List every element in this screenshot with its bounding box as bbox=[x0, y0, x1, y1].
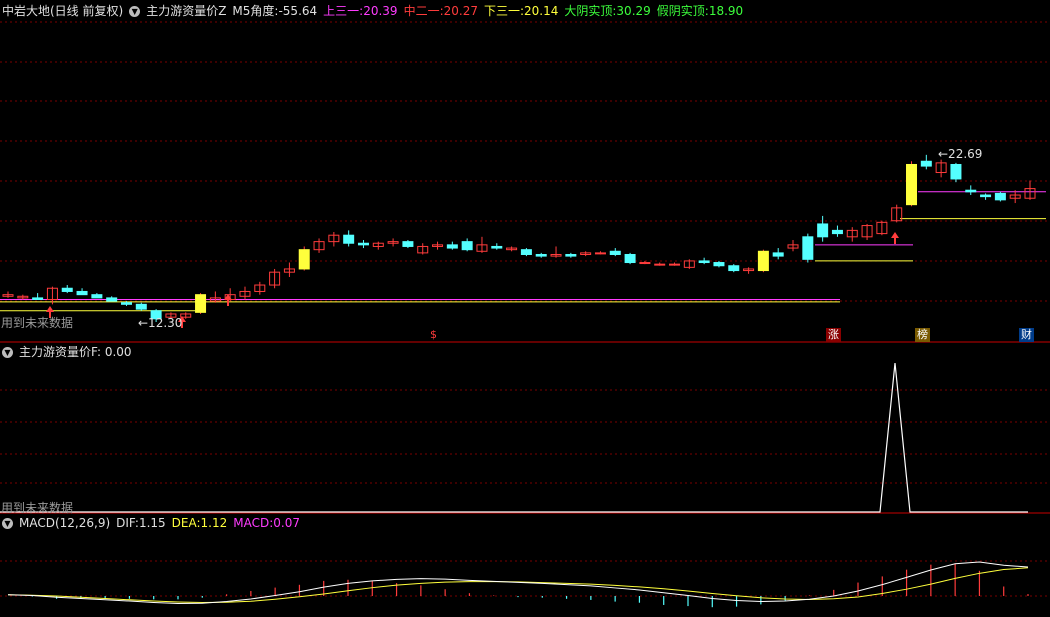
indicator-toggle-icon[interactable]: ▼ bbox=[129, 6, 141, 17]
candle-body bbox=[402, 241, 414, 247]
sub-header: ▼ 主力游资量价F: 0.00 bbox=[2, 343, 138, 361]
candle-body bbox=[728, 265, 740, 272]
m5-label: M5角度: bbox=[232, 4, 279, 18]
buy-arrow-icon bbox=[891, 232, 899, 238]
candle-body bbox=[298, 249, 310, 270]
candle-body bbox=[980, 194, 992, 198]
macd-panel[interactable]: ▼ MACD(12,26,9) DIF:1.15 DEA:1.12 MACD:0.07 bbox=[0, 514, 1050, 617]
low3-value: 20.14 bbox=[524, 4, 559, 18]
up3-label: 上三一: bbox=[323, 4, 364, 18]
dea-value: 1.12 bbox=[200, 516, 228, 530]
buy-arrow-icon bbox=[46, 306, 54, 312]
candle-body bbox=[772, 252, 784, 257]
low-price-label: ←12.30 bbox=[138, 316, 182, 330]
candle-body bbox=[461, 241, 473, 251]
bigyin-value: 30.29 bbox=[616, 4, 651, 18]
candle-body bbox=[950, 163, 962, 180]
candle-body bbox=[520, 249, 532, 255]
up3-value: 20.39 bbox=[363, 4, 398, 18]
candle-body bbox=[713, 262, 725, 267]
candle-body bbox=[446, 244, 458, 249]
high-price-label: ←22.69 bbox=[938, 147, 982, 161]
candle-body bbox=[91, 294, 103, 299]
mid2-label: 中二一: bbox=[403, 4, 444, 18]
candle-body bbox=[61, 287, 73, 292]
sub-toggle-icon[interactable]: ▼ bbox=[2, 347, 13, 358]
m5-value: -55.64 bbox=[278, 4, 318, 18]
candle-body bbox=[535, 253, 547, 257]
future-data-note: 用到未来数据 bbox=[1, 316, 74, 330]
macd-value: 0.07 bbox=[273, 516, 300, 530]
candle-body bbox=[920, 160, 932, 167]
candle-body bbox=[594, 252, 606, 255]
candle-body bbox=[357, 242, 369, 246]
sub-indicator-panel[interactable]: ▼ 主力游资量价F: 0.00 用到未来数据 bbox=[0, 343, 1050, 515]
candle-body bbox=[654, 263, 666, 266]
dea-label: DEA: bbox=[171, 516, 201, 530]
candle-body bbox=[135, 303, 147, 310]
sub-indicator-name[interactable]: 主力游资量价F bbox=[19, 345, 97, 359]
candle-body bbox=[120, 302, 132, 305]
stock-name[interactable]: 中岩大地(日线 前复权) bbox=[2, 4, 123, 18]
main-header: 中岩大地(日线 前复权) ▼ 主力游资量价Z M5角度:-55.64 上三一:20.39… bbox=[2, 2, 749, 20]
mid2-value: 20.27 bbox=[443, 4, 478, 18]
candlestick-chart[interactable]: ←22.69 ←12.30 bbox=[0, 0, 1050, 343]
low3-label: 下三一: bbox=[483, 4, 525, 18]
candle-body bbox=[609, 250, 621, 255]
dif-line bbox=[7, 561, 1029, 605]
sub-indicator-line bbox=[0, 362, 1028, 513]
candle-body bbox=[669, 263, 681, 266]
candle-body bbox=[195, 294, 207, 313]
candle-body bbox=[639, 262, 651, 265]
candle-body bbox=[757, 250, 769, 272]
main-chart-panel[interactable]: ←22.69 ←12.30 中岩大地(日线 前复权) ▼ 主力游资量价Z M5角度:-5… bbox=[0, 0, 1050, 343]
dif-value: 1.15 bbox=[138, 516, 166, 530]
marker-bang[interactable]: 榜 bbox=[915, 328, 930, 342]
macd-toggle-icon[interactable]: ▼ bbox=[2, 518, 13, 529]
candle-body bbox=[994, 192, 1006, 201]
candle-body bbox=[624, 253, 636, 264]
dif-label: DIF: bbox=[116, 516, 139, 530]
candle-body bbox=[831, 229, 843, 235]
candle-body bbox=[565, 253, 577, 257]
marker-dollar[interactable]: $ bbox=[428, 328, 439, 342]
candle-body bbox=[343, 234, 355, 244]
sub-indicator-value: : 0.00 bbox=[96, 345, 132, 359]
candle-body bbox=[698, 260, 710, 264]
candle-body bbox=[106, 297, 118, 302]
candle-body bbox=[906, 163, 918, 206]
candle-body bbox=[965, 189, 977, 193]
macd-label: MACD: bbox=[233, 516, 274, 530]
sub-indicator-chart[interactable] bbox=[0, 343, 1050, 514]
indicator-name[interactable]: 主力游资量价Z bbox=[146, 4, 226, 18]
candle-body bbox=[491, 245, 503, 249]
fakeyin-value: 18.90 bbox=[708, 4, 744, 18]
fakeyin-label: 假阴实顶: bbox=[656, 4, 709, 18]
marker-cai[interactable]: 财 bbox=[1019, 328, 1034, 342]
candle-body bbox=[802, 236, 814, 260]
candle-body bbox=[76, 290, 88, 296]
candle-body bbox=[817, 223, 829, 238]
marker-zhang[interactable]: 涨 bbox=[826, 328, 841, 342]
candle-body bbox=[32, 297, 44, 300]
macd-header: ▼ MACD(12,26,9) DIF:1.15 DEA:1.12 MACD:0.07 bbox=[2, 514, 306, 532]
bigyin-label: 大阴实顶: bbox=[564, 4, 617, 18]
dea-line bbox=[7, 567, 1029, 604]
macd-name[interactable]: MACD(12,26,9) bbox=[19, 516, 110, 530]
